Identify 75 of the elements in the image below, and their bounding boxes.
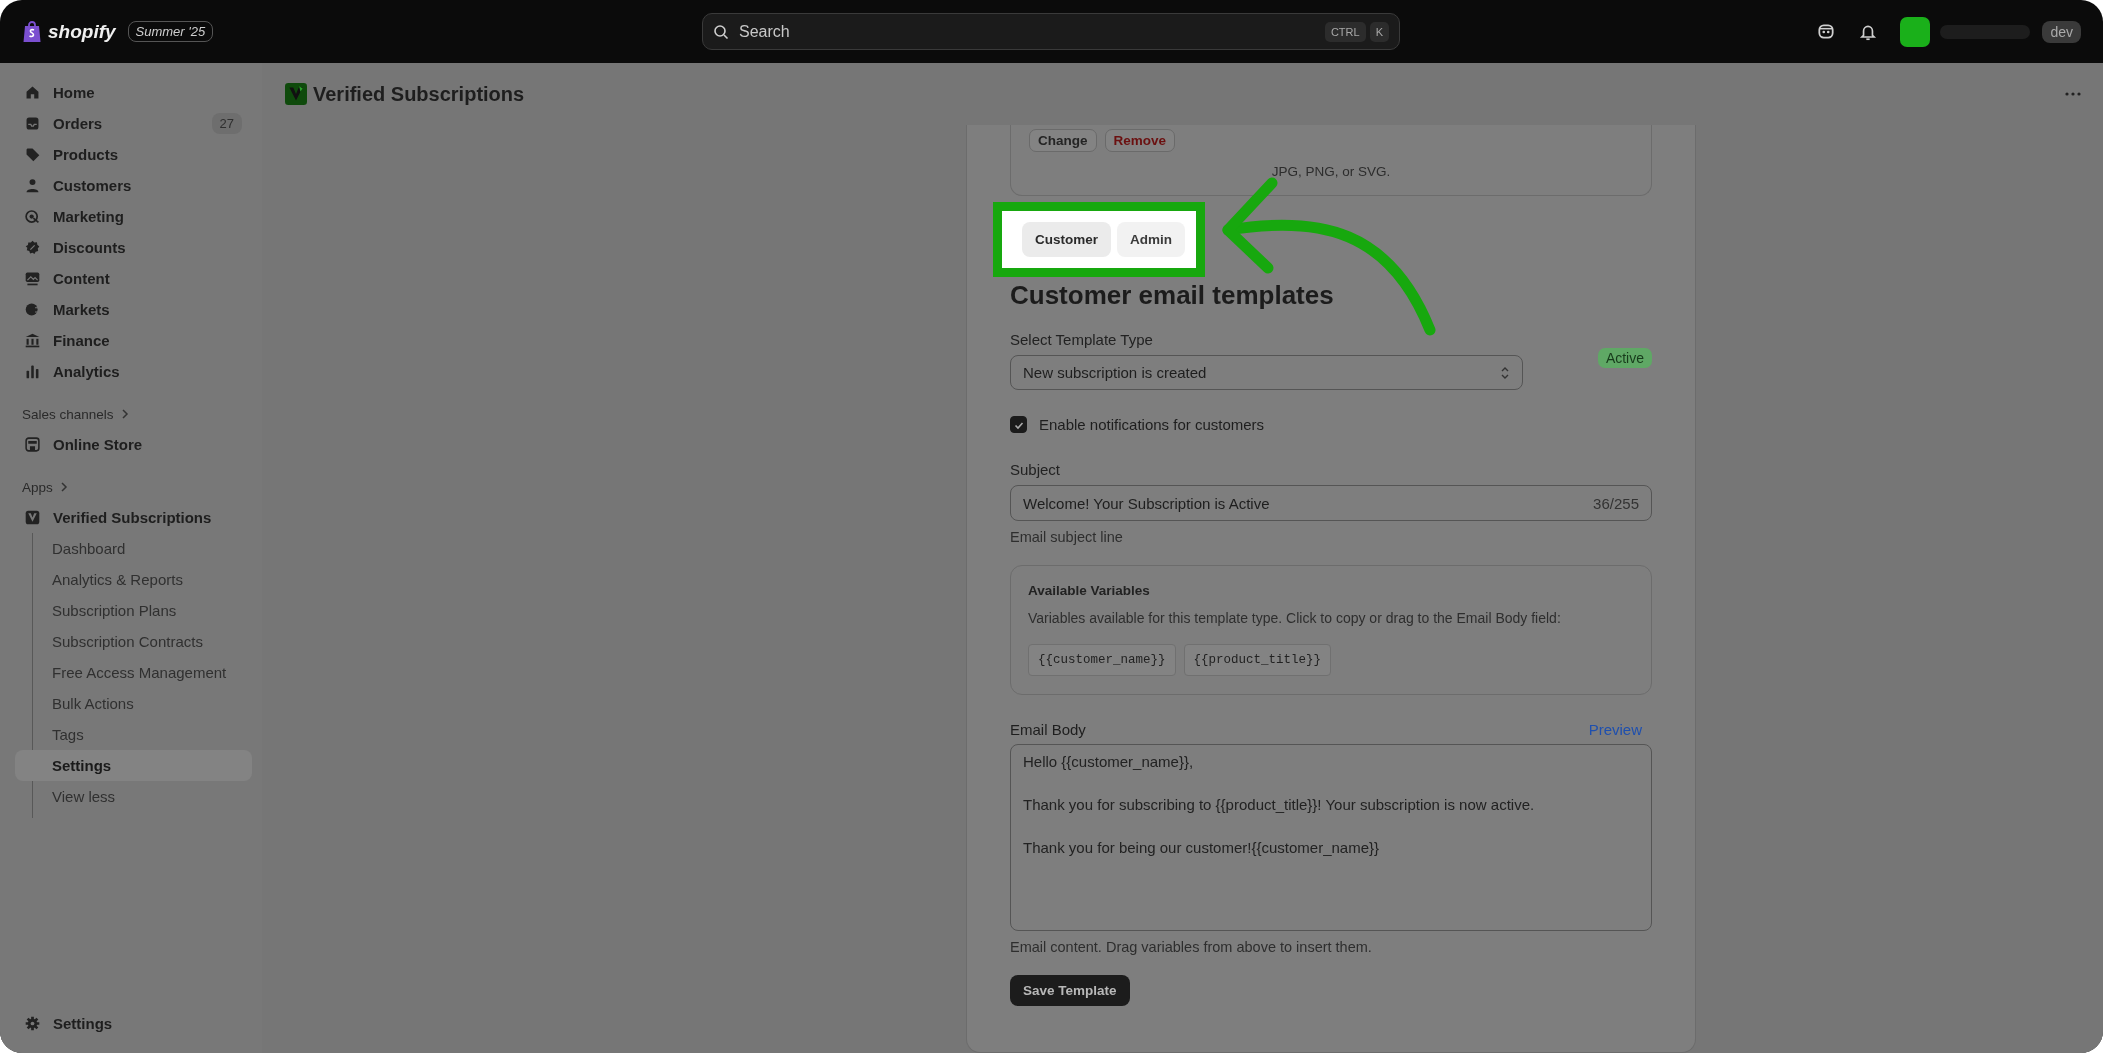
- app-logo-icon: [285, 83, 307, 105]
- nav-subitem[interactable]: Subscription Plans: [15, 595, 252, 626]
- nav-item[interactable]: Customers: [14, 170, 252, 201]
- image-icon: [24, 270, 41, 287]
- nav-item[interactable]: Settings: [14, 1008, 252, 1039]
- panel-description: Variables available for this template type. Click to copy or drag to the Email Body field:: [1028, 610, 1562, 626]
- audience-tab[interactable]: Admin: [1117, 222, 1185, 257]
- nav-item[interactable]: Marketing: [14, 201, 252, 232]
- panel-title: Available Variables: [1028, 583, 1151, 598]
- chevron-right-icon: [120, 409, 129, 419]
- status-badge: Active: [1597, 348, 1652, 368]
- nav-item[interactable]: Markets: [14, 294, 252, 325]
- nav-subitem[interactable]: Tags: [15, 719, 252, 750]
- globe-icon: [24, 301, 41, 318]
- field-label: Email Body: [1010, 721, 1086, 738]
- search-input[interactable]: Search: [737, 21, 1317, 42]
- chevron-right-icon: [59, 482, 68, 492]
- checkbox-label: Enable notifications for customers: [1039, 416, 1265, 433]
- nav-item[interactable]: Verified Subscriptions: [14, 502, 252, 533]
- bank-icon: [24, 332, 41, 349]
- upload-button[interactable]: Change: [1029, 129, 1097, 152]
- nav-item[interactable]: Products: [14, 139, 252, 170]
- home-icon: [24, 84, 41, 101]
- section-heading: Customer email templates: [1010, 280, 1335, 311]
- discount-icon: [24, 239, 41, 256]
- field-label: Subject: [1010, 461, 1062, 478]
- store-avatar[interactable]: [1900, 16, 1931, 47]
- subject-field[interactable]: Welcome! Your Subscription is Active 36/255: [1010, 485, 1652, 521]
- nav-subitem[interactable]: Bulk Actions: [15, 688, 252, 719]
- more-options-icon[interactable]: [2065, 92, 2081, 96]
- select-chevrons-icon: [1500, 365, 1510, 380]
- bars-icon: [24, 363, 41, 380]
- orders-icon: [24, 115, 41, 132]
- nav-item[interactable]: Analytics: [14, 356, 252, 387]
- brand-name: shopify: [48, 20, 116, 43]
- target-icon: [24, 208, 41, 225]
- audience-tab[interactable]: Customer: [1022, 222, 1111, 257]
- checkbox[interactable]: [1010, 416, 1027, 433]
- nav-item[interactable]: Content: [14, 263, 252, 294]
- field-label: Select Template Type: [1010, 331, 1154, 348]
- file-type-hint: JPG, PNG, or SVG.: [1270, 164, 1392, 179]
- upload-button[interactable]: Remove: [1104, 129, 1176, 152]
- variable-chip[interactable]: {{customer_name}}: [1028, 644, 1176, 676]
- help-text: Email content. Drag variables from above to insert them.: [1010, 939, 1373, 955]
- store-badge: dev: [2042, 20, 2081, 43]
- shortcut-key: K: [1369, 21, 1389, 42]
- email-body-field[interactable]: Hello {{customer_name}}, Thank you for subscribing to {{product_title}}! Your subscription is now active. Thank you for being our customer!{{customer_name}}: [1010, 744, 1652, 931]
- nav-item[interactable]: Discounts: [14, 232, 252, 263]
- edition-badge: Summer '25: [127, 21, 214, 42]
- nav-subitem[interactable]: Analytics & Reports: [15, 564, 252, 595]
- app-logo-icon: [24, 509, 41, 526]
- nav-item[interactable]: Home: [14, 77, 252, 108]
- nav-subitem[interactable]: Free Access Management: [15, 657, 252, 688]
- save-button[interactable]: Save Template: [1010, 975, 1130, 1006]
- nav-item[interactable]: Finance: [14, 325, 252, 356]
- tag-icon: [24, 146, 41, 163]
- section-heading[interactable]: Sales channels: [14, 399, 252, 429]
- help-text: Email subject line: [1010, 529, 1124, 545]
- page-title: Verified Subscriptions: [313, 82, 525, 106]
- nav-subitem[interactable]: Subscription Contracts: [15, 626, 252, 657]
- shopping-bag-icon: [22, 20, 42, 43]
- shortcut-key: CTRL: [1324, 21, 1366, 42]
- nav-subitem[interactable]: Dashboard: [15, 533, 252, 564]
- template-type-select[interactable]: New subscription is created: [1010, 355, 1523, 390]
- section-heading[interactable]: Apps: [14, 472, 252, 502]
- storefront-icon: [24, 436, 41, 453]
- variable-chip[interactable]: {{product_title}}: [1183, 644, 1332, 676]
- search-icon: [713, 23, 729, 40]
- nav-subitem[interactable]: View less: [15, 781, 252, 812]
- person-icon: [24, 177, 41, 194]
- nav-subitem[interactable]: Settings: [15, 750, 252, 781]
- settings-icon: [24, 1015, 41, 1032]
- search-bar[interactable]: Search CTRL K: [702, 13, 1400, 50]
- nav-item[interactable]: Orders 27: [14, 108, 252, 139]
- nav-item[interactable]: Online Store: [14, 429, 252, 460]
